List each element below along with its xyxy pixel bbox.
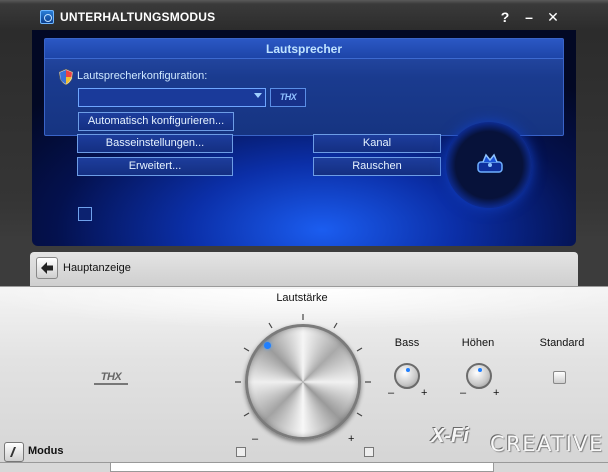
thx-button[interactable]: THX	[270, 88, 306, 107]
help-button[interactable]: ?	[496, 8, 514, 26]
entertainment-mode-window: UNTERHALTUNGSMODUS ? – ✕ Lautsprecher La…	[0, 0, 608, 472]
standard-button[interactable]	[553, 371, 566, 384]
speaker-panel: Lautsprecher Lautsprecherkonfiguration: …	[32, 30, 576, 246]
speaker-icon[interactable]	[476, 152, 504, 176]
treble-max-label: +	[493, 387, 500, 399]
creative-logo: CREATIVE	[490, 432, 604, 456]
bass-settings-button[interactable]: Basseinstellungen...	[77, 134, 233, 153]
bass-label: Bass	[394, 337, 420, 349]
chevron-down-icon[interactable]	[254, 93, 262, 98]
volume-min-label: –	[252, 433, 259, 445]
bass-knob[interactable]	[394, 363, 420, 389]
app-icon	[40, 10, 54, 24]
bass-min-label: –	[388, 387, 395, 399]
volume-knob-area[interactable]: – +	[232, 311, 374, 453]
arrow-left-icon	[41, 262, 53, 274]
close-button[interactable]: ✕	[544, 8, 562, 26]
section-title: Lautsprecher	[45, 39, 563, 59]
mode-button[interactable]	[4, 442, 24, 462]
treble-label: Höhen	[461, 337, 495, 349]
volume-label: Lautstärke	[276, 292, 328, 304]
bass-max-label: +	[421, 387, 428, 399]
control-deck: Lautstärke THX – + Bass – + Höhen – + St…	[0, 286, 608, 472]
auto-configure-button[interactable]: Automatisch konfigurieren...	[78, 112, 234, 131]
speaker-visual[interactable]	[446, 122, 532, 208]
channel-button[interactable]: Kanal	[313, 134, 441, 153]
advanced-button[interactable]: Erweitert...	[77, 157, 233, 176]
minimize-button[interactable]: –	[520, 8, 538, 26]
title-bar[interactable]: UNTERHALTUNGSMODUS ? – ✕	[32, 4, 576, 30]
volume-indicator	[264, 342, 271, 349]
bass-indicator	[406, 368, 410, 372]
treble-indicator	[478, 368, 482, 372]
thx-logo: THX	[94, 371, 128, 385]
treble-min-label: –	[460, 387, 467, 399]
window-title: UNTERHALTUNGSMODUS	[60, 10, 216, 24]
main-view-bar: Hauptanzeige	[30, 252, 578, 286]
noise-button[interactable]: Rauschen	[313, 157, 441, 176]
headphone-icon[interactable]	[236, 447, 246, 457]
mode-icon	[10, 447, 16, 457]
speaker-config-dropdown[interactable]	[78, 88, 266, 107]
back-button[interactable]	[36, 257, 58, 279]
volume-max-label: +	[348, 433, 355, 445]
speaker-config-label: Lautsprecherkonfiguration:	[77, 70, 208, 82]
xfi-logo: X-Fi	[431, 425, 469, 447]
treble-knob[interactable]	[466, 363, 492, 389]
speaker-toggle-icon[interactable]	[364, 447, 374, 457]
taskbar-strip	[110, 462, 494, 472]
option-checkbox[interactable]	[78, 207, 92, 221]
shield-icon	[59, 69, 73, 85]
main-view-label[interactable]: Hauptanzeige	[63, 262, 131, 274]
mode-label[interactable]: Modus	[28, 445, 63, 457]
standard-label: Standard	[539, 337, 585, 349]
volume-knob[interactable]	[245, 324, 361, 440]
